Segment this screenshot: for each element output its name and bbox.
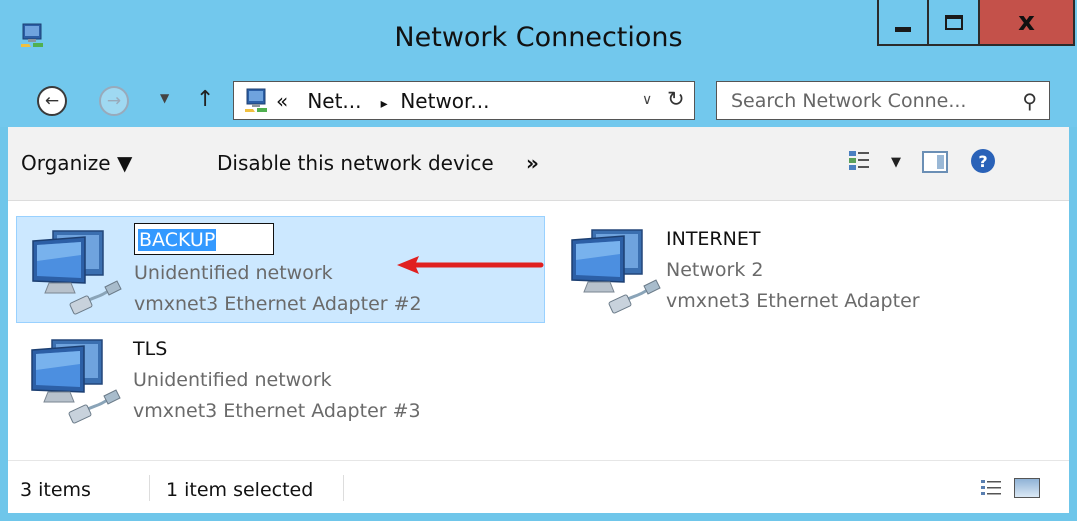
- breadcrumb-network-and-internet[interactable]: Net...: [307, 89, 361, 113]
- status-bar: 3 items 1 item selected: [8, 460, 1069, 513]
- connection-status: Unidentified network: [133, 369, 332, 391]
- preview-pane-icon[interactable]: [922, 151, 948, 173]
- network-adapter-icon: [31, 229, 123, 317]
- organize-menu-button[interactable]: Organize ▼: [21, 151, 132, 175]
- breadcrumb-overflow[interactable]: «: [276, 89, 288, 113]
- network-adapter-icon: [570, 228, 662, 316]
- connections-list: BACKUP Unidentified network vmxnet3 Ethe…: [8, 201, 1069, 460]
- connection-details: INTERNET Network 2 vmxnet3 Ethernet Adap…: [666, 224, 920, 317]
- maximize-icon: [944, 14, 963, 30]
- connection-name: BACKUP: [138, 229, 217, 251]
- back-button[interactable]: ←: [37, 86, 67, 116]
- help-icon[interactable]: ?: [971, 149, 995, 173]
- breadcrumb: « Net... ▸ Networ...: [276, 89, 490, 113]
- connection-details: TLS Unidentified network vmxnet3 Etherne…: [133, 334, 421, 427]
- recent-locations-dropdown[interactable]: ▼: [160, 91, 169, 105]
- disable-network-device-button[interactable]: Disable this network device: [217, 151, 494, 175]
- view-options-dropdown-icon[interactable]: ▼: [891, 155, 901, 170]
- forward-arrow-icon: →: [106, 91, 122, 111]
- back-arrow-icon: ←: [44, 91, 60, 111]
- connection-status: Network 2: [666, 259, 764, 281]
- selection-count: 1 item selected: [166, 479, 314, 501]
- address-dropdown-icon[interactable]: ∨: [642, 92, 652, 108]
- address-bar[interactable]: « Net... ▸ Networ... ∨ ↻: [233, 81, 695, 120]
- maximize-button[interactable]: [929, 0, 980, 46]
- annotation-arrow-icon: [397, 256, 544, 274]
- large-icons-view-icon[interactable]: [1014, 478, 1040, 498]
- connection-adapter: vmxnet3 Ethernet Adapter #3: [133, 400, 421, 422]
- item-count: 3 items: [20, 479, 91, 501]
- search-input[interactable]: Search Network Conne... ⚲: [716, 81, 1050, 120]
- connection-name-editor: BACKUP: [134, 223, 422, 258]
- title-bar[interactable]: Network Connections x: [0, 0, 1077, 75]
- connection-item-tls[interactable]: TLS Unidentified network vmxnet3 Etherne…: [16, 326, 545, 433]
- more-commands-button[interactable]: »: [526, 151, 539, 175]
- forward-button[interactable]: →: [99, 86, 129, 116]
- connection-name: TLS: [133, 338, 168, 360]
- search-placeholder: Search Network Conne...: [731, 90, 967, 112]
- minimize-icon: [895, 26, 911, 32]
- search-icon[interactable]: ⚲: [1022, 89, 1037, 113]
- connection-adapter: vmxnet3 Ethernet Adapter #2: [134, 293, 422, 315]
- close-icon: x: [1018, 7, 1035, 37]
- minimize-button[interactable]: [877, 0, 929, 46]
- network-connections-icon: [244, 88, 268, 113]
- connection-item-internet[interactable]: INTERNET Network 2 vmxnet3 Ethernet Adap…: [556, 216, 1016, 323]
- navigation-bar: ← → ▼ ↑ « Net... ▸ Networ... ∨ ↻ Search …: [0, 75, 1077, 127]
- connection-name: INTERNET: [666, 228, 761, 250]
- breadcrumb-separator-icon[interactable]: ▸: [381, 96, 388, 112]
- close-button[interactable]: x: [980, 0, 1075, 46]
- up-button[interactable]: ↑: [196, 87, 214, 112]
- network-adapter-icon: [30, 338, 122, 426]
- status-divider: [343, 475, 344, 501]
- rename-input[interactable]: BACKUP: [134, 223, 274, 255]
- connection-status: Unidentified network: [134, 262, 333, 284]
- command-bar: Organize ▼ Disable this network device »…: [8, 127, 1069, 201]
- connection-details: BACKUP Unidentified network vmxnet3 Ethe…: [134, 223, 422, 320]
- status-divider: [149, 475, 150, 501]
- connection-adapter: vmxnet3 Ethernet Adapter: [666, 290, 920, 312]
- refresh-icon[interactable]: ↻: [667, 87, 685, 111]
- window-frame: Network Connections x ← → ▼ ↑ « Net... ▸…: [0, 0, 1077, 521]
- breadcrumb-network-connections[interactable]: Networ...: [400, 89, 489, 113]
- change-view-icon[interactable]: [848, 150, 870, 172]
- details-view-icon[interactable]: [980, 478, 1002, 498]
